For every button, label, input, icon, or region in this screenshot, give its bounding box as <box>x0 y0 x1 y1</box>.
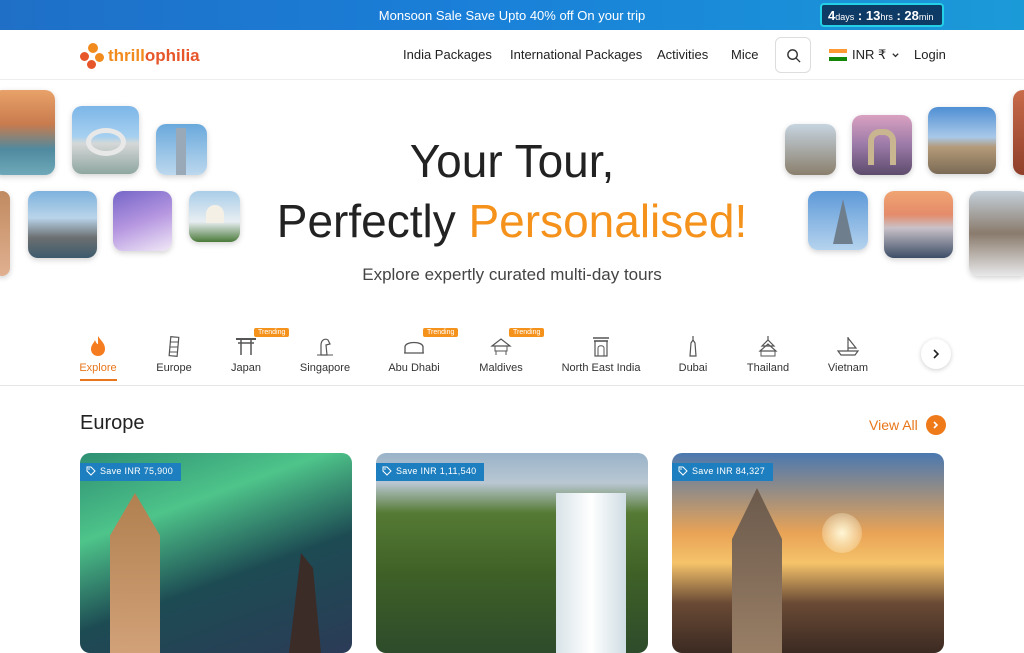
timer-days-unit: days <box>835 12 855 22</box>
sun-glow <box>822 513 862 553</box>
category-tab-vietnam[interactable]: Vietnam <box>803 334 893 374</box>
boat-icon <box>836 337 860 356</box>
waterfall-shape <box>556 493 626 653</box>
fire-icon <box>91 336 105 356</box>
hero-title-line2: Perfectly Personalised! <box>0 194 1024 248</box>
nav-india-packages[interactable]: India Packages <box>403 47 492 62</box>
chevron-down-icon <box>892 52 899 57</box>
divider <box>0 385 1024 386</box>
section-title: Europe <box>80 412 145 434</box>
savings-label: Save INR 1,11,540 <box>396 466 477 476</box>
category-tab-singapore[interactable]: Singapore <box>280 334 370 374</box>
savings-badge: Save INR 84,327 <box>672 463 774 481</box>
search-icon <box>786 48 801 63</box>
login-link[interactable]: Login <box>914 47 946 62</box>
trending-badge: Trending <box>509 328 545 337</box>
view-all-label: View All <box>869 417 918 433</box>
site-header: thrillophilia India Packages Internation… <box>0 30 1024 80</box>
currency-selector[interactable]: INR ₹ <box>829 47 900 63</box>
gate-icon <box>593 337 609 357</box>
dome-icon <box>404 341 424 354</box>
timer-minutes-unit: min <box>918 12 934 22</box>
category-label: Maldives <box>479 362 523 374</box>
trending-badge: Trending <box>423 328 459 337</box>
torii-gate-icon <box>236 338 256 355</box>
church-tower-shape <box>110 493 160 653</box>
chevron-right-icon <box>933 349 940 359</box>
savings-badge: Save INR 1,11,540 <box>376 463 485 481</box>
category-tab-maldives[interactable]: Maldives <box>456 334 546 374</box>
india-flag-icon <box>829 49 847 61</box>
logo-mark-icon <box>80 43 106 69</box>
tower-icon <box>689 336 697 357</box>
nav-activities[interactable]: Activities <box>657 47 708 62</box>
hero-title-accent: Personalised! <box>468 195 748 247</box>
statue-silhouette <box>289 553 321 653</box>
category-label: North East India <box>561 362 641 374</box>
price-tag-icon <box>86 466 96 476</box>
tour-card[interactable]: Save INR 1,11,540 <box>376 453 648 653</box>
nav-international-packages[interactable]: International Packages <box>510 47 642 62</box>
logo-text: thrillophilia <box>108 46 200 65</box>
timer-sep: : <box>896 8 901 23</box>
category-tab-japan[interactable]: Japan <box>201 334 291 374</box>
hero-title-plain: Perfectly <box>276 195 456 247</box>
categories-next-button[interactable] <box>921 339 951 369</box>
category-label: Singapore <box>299 362 351 374</box>
view-all-link[interactable]: View All <box>869 415 946 435</box>
savings-badge: Save INR 75,900 <box>80 463 182 481</box>
savings-label: Save INR 84,327 <box>692 466 766 476</box>
promo-banner[interactable]: Monsoon Sale Save Upto 40% off On your t… <box>0 0 1024 30</box>
timer-sep: : <box>857 8 863 23</box>
category-label: Thailand <box>746 362 790 374</box>
temple-icon <box>758 336 778 357</box>
active-tab-indicator <box>80 379 117 381</box>
timer-minutes: 28 <box>904 8 919 23</box>
category-tab-north-east-india[interactable]: North East India <box>553 334 649 374</box>
nav-mice[interactable]: Mice <box>731 47 758 62</box>
tour-card[interactable]: Save INR 75,900 <box>80 453 352 653</box>
timer-hours: 13 <box>865 8 881 23</box>
price-tag-icon <box>678 466 688 476</box>
leaning-tower-icon <box>168 336 180 357</box>
hut-icon <box>490 338 512 355</box>
price-tag-icon <box>382 466 392 476</box>
timer-hours-unit: hrs <box>880 12 893 22</box>
merlion-icon <box>317 338 333 356</box>
hero-title-line1: Your Tour, <box>409 135 615 187</box>
currency-label: INR ₹ <box>852 47 887 62</box>
category-tab-abu-dhabi[interactable]: Abu Dhabi <box>369 334 459 374</box>
category-label: Vietnam <box>827 362 869 374</box>
tour-card[interactable]: Save INR 84,327 <box>672 453 944 653</box>
hero-subtitle: Explore expertly curated multi-day tours <box>362 265 662 284</box>
church-tower-shape <box>732 488 782 653</box>
arrow-right-icon <box>925 415 946 435</box>
site-logo[interactable]: thrillophilia <box>80 43 200 69</box>
sale-countdown-timer: 4days : 13hrs : 28min <box>820 3 944 27</box>
savings-label: Save INR 75,900 <box>100 466 174 476</box>
search-button[interactable] <box>775 37 811 73</box>
category-label: Japan <box>231 362 261 374</box>
category-label: Abu Dhabi <box>388 362 440 374</box>
category-tab-thailand[interactable]: Thailand <box>723 334 813 374</box>
